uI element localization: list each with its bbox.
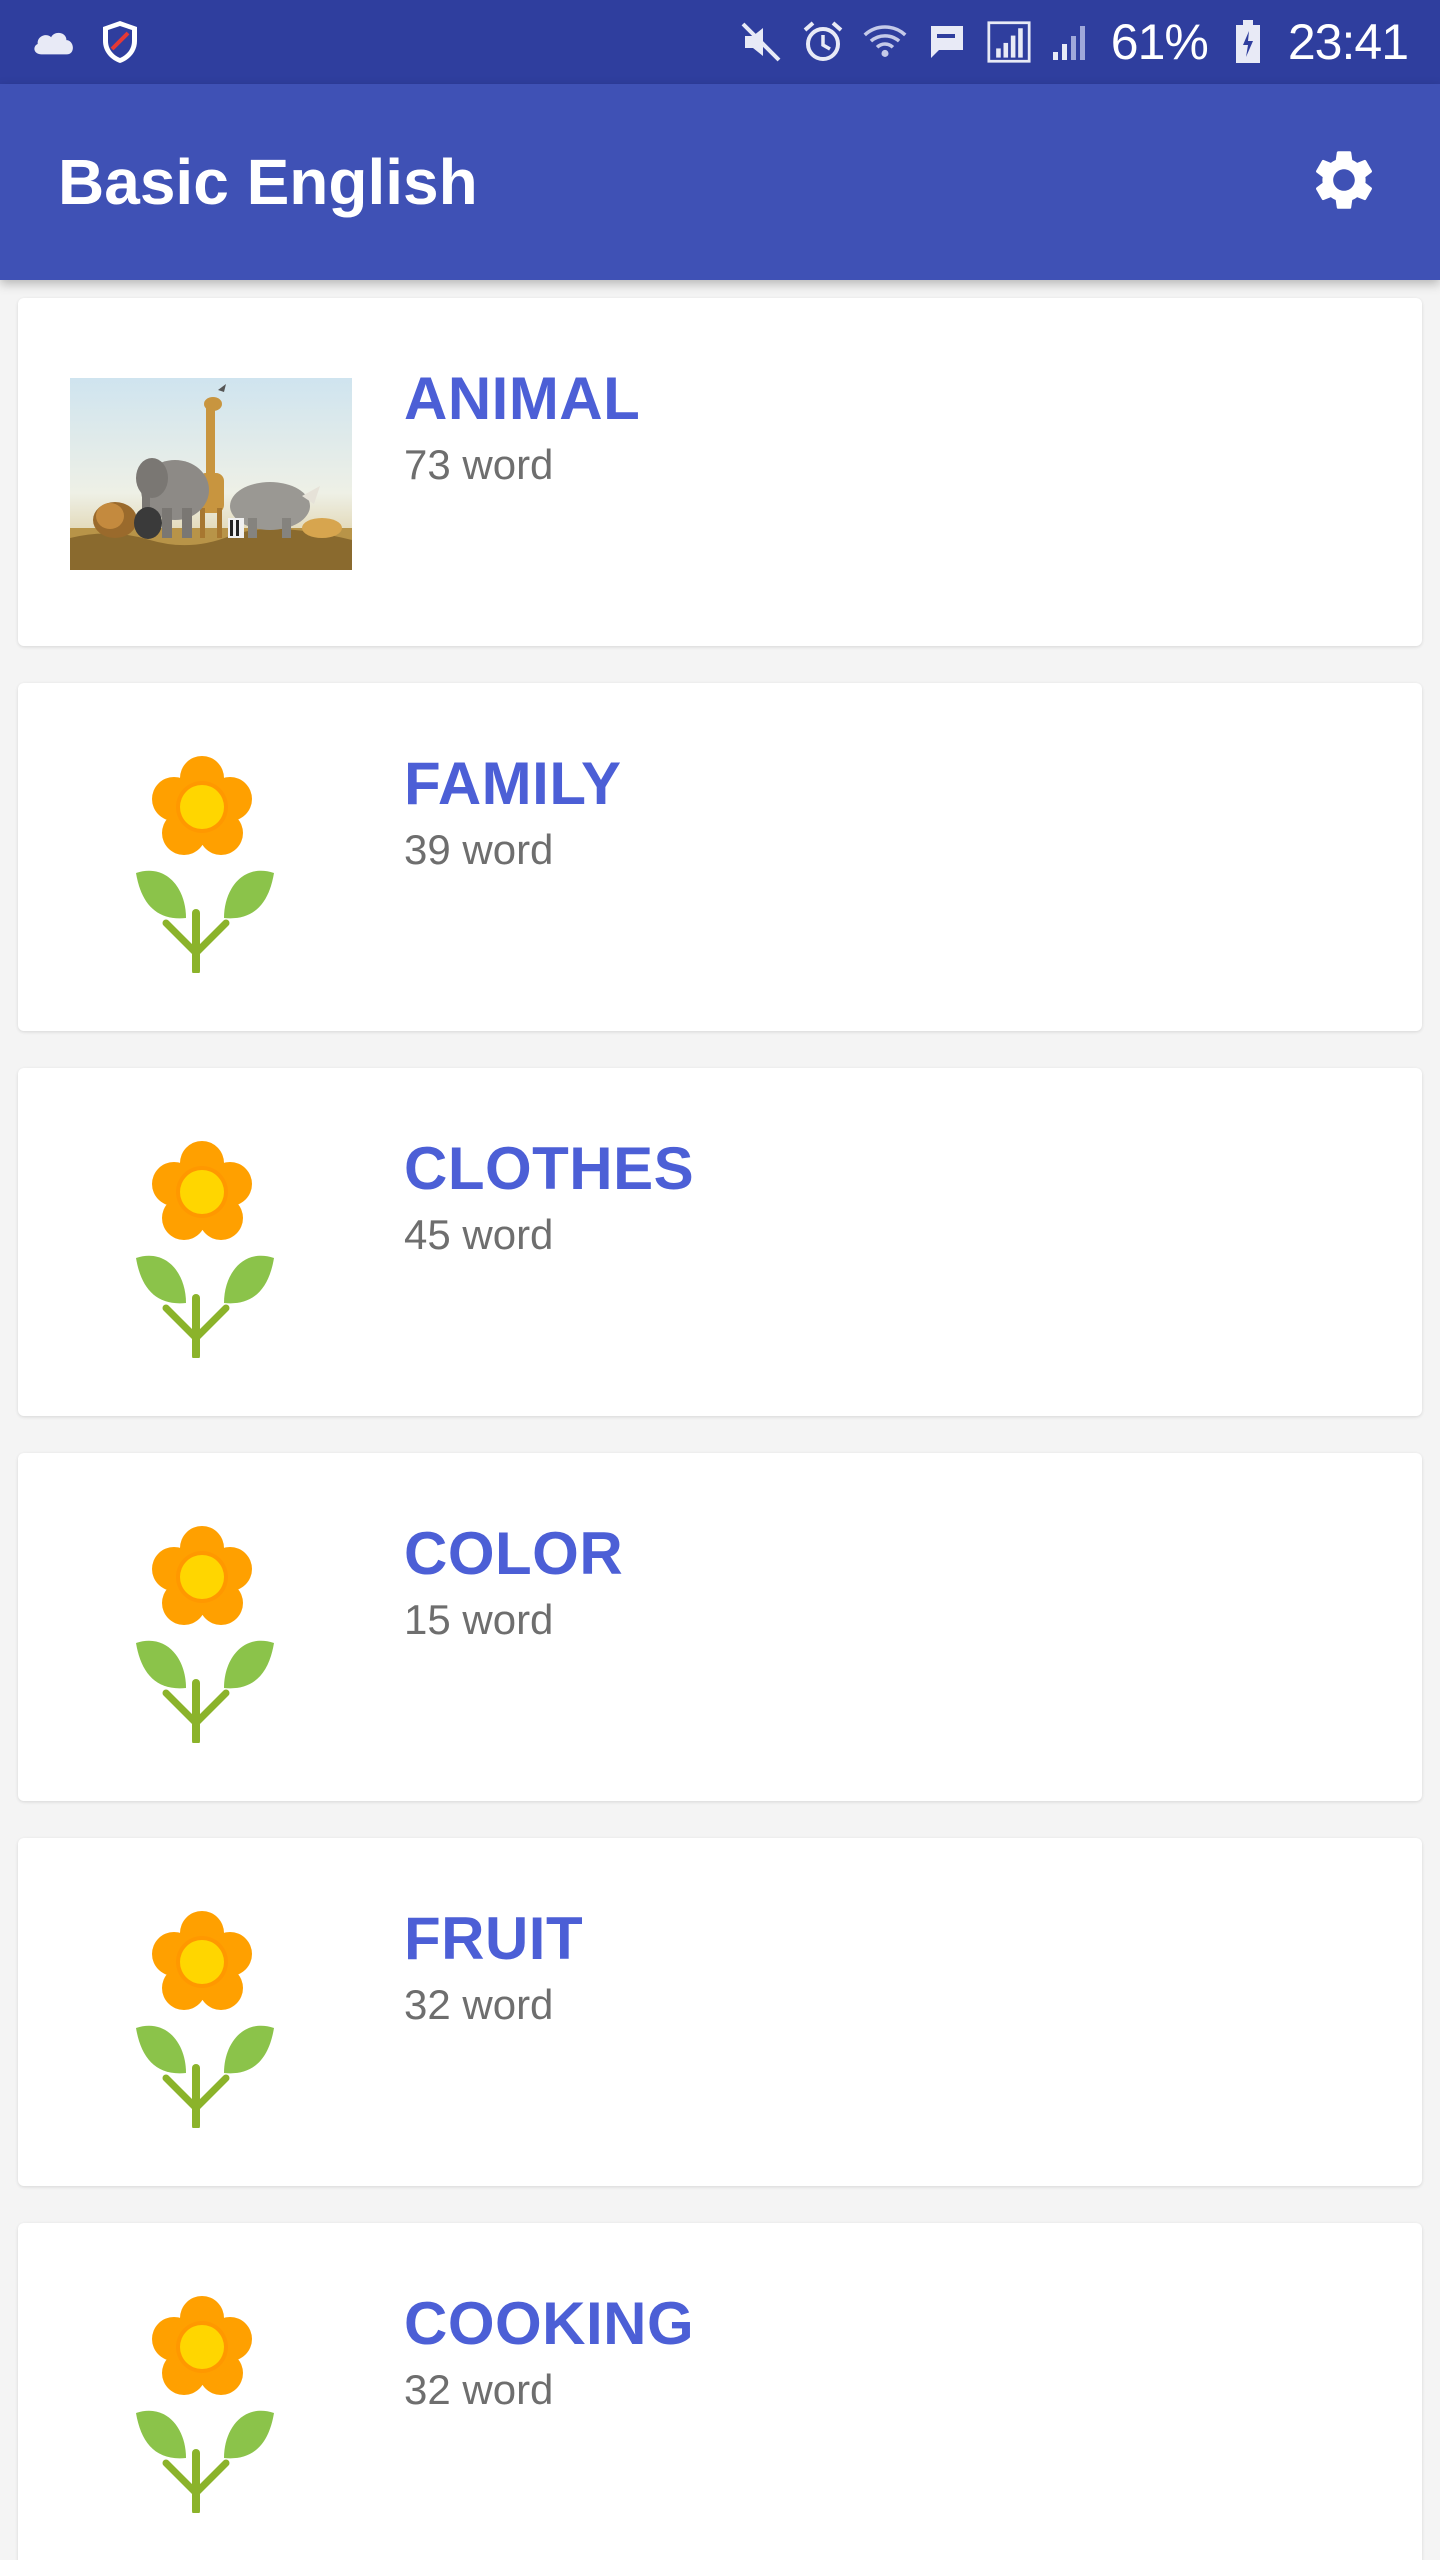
- category-card-family[interactable]: FAMILY 39 word: [18, 683, 1422, 1031]
- category-list: ANIMAL 73 word FAMILY 39 word CLOTHES 45…: [0, 280, 1440, 2560]
- category-title: FAMILY: [404, 750, 622, 817]
- category-text: ANIMAL 73 word: [404, 364, 640, 489]
- category-card-clothes[interactable]: CLOTHES 45 word: [18, 1068, 1422, 1416]
- flower-icon: [136, 1128, 286, 1360]
- category-card-color[interactable]: COLOR 15 word: [18, 1453, 1422, 1801]
- status-bar: 61% 23:41: [0, 0, 1440, 84]
- category-word-count: 15 word: [404, 1596, 554, 1643]
- category-text: FRUIT 32 word: [404, 1904, 583, 2029]
- message-icon: [925, 20, 969, 64]
- category-card-fruit[interactable]: FRUIT 32 word: [18, 1838, 1422, 2186]
- app-title: Basic English: [58, 146, 478, 218]
- category-title: COLOR: [404, 1520, 624, 1587]
- alarm-icon: [801, 20, 845, 64]
- battery-icon: [1226, 20, 1270, 64]
- category-title: COOKING: [404, 2290, 695, 2357]
- category-word-count: 45 word: [404, 1211, 554, 1258]
- category-title: FRUIT: [404, 1905, 584, 1972]
- gear-icon: [1308, 144, 1380, 220]
- app-bar: Basic English: [0, 84, 1440, 280]
- cloud-icon: [32, 20, 76, 64]
- flower-icon: [136, 743, 286, 975]
- status-right: 61% 23:41: [739, 13, 1409, 71]
- category-text: COOKING 32 word: [404, 2289, 694, 2414]
- category-text: CLOTHES 45 word: [404, 1134, 694, 1259]
- category-word-count: 39 word: [404, 826, 554, 873]
- flower-icon: [136, 2283, 286, 2515]
- flower-icon: [136, 1513, 286, 1745]
- mute-icon: [739, 20, 783, 64]
- category-text: FAMILY 39 word: [404, 749, 621, 874]
- category-card-animal[interactable]: ANIMAL 73 word: [18, 298, 1422, 646]
- category-text: COLOR 15 word: [404, 1519, 623, 1644]
- category-word-count: 32 word: [404, 1981, 554, 2028]
- category-word-count: 73 word: [404, 441, 554, 488]
- signal-icon: [987, 20, 1031, 64]
- settings-button[interactable]: [1296, 134, 1392, 230]
- clock: 23:41: [1287, 14, 1409, 70]
- wifi-icon: [863, 20, 907, 64]
- battery-percentage: 61%: [1110, 14, 1209, 70]
- animals-photo: [70, 378, 352, 570]
- flower-icon: [136, 1898, 286, 2130]
- category-title: ANIMAL: [404, 365, 641, 432]
- signal-icon-2: [1049, 20, 1093, 64]
- category-card-cooking[interactable]: COOKING 32 word: [18, 2223, 1422, 2560]
- category-title: CLOTHES: [404, 1135, 695, 1202]
- shield-icon: [98, 20, 142, 64]
- status-left: [32, 20, 142, 64]
- category-word-count: 32 word: [404, 2366, 554, 2413]
